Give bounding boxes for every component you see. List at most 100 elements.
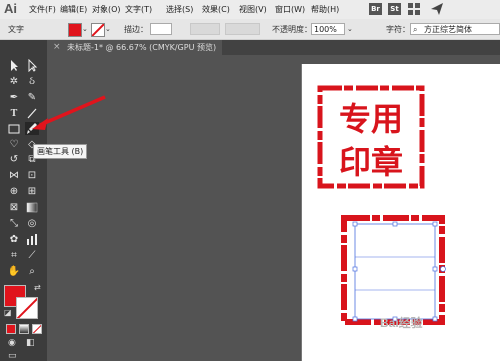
artboard-edge xyxy=(301,64,302,361)
stroke-dropdown-icon[interactable]: ⌄ xyxy=(105,23,113,35)
shape-builder-tool[interactable]: ⊕ xyxy=(7,185,21,198)
menu-window[interactable]: 窗口(W) xyxy=(275,4,305,15)
fill-dropdown-icon[interactable]: ⌄ xyxy=(82,23,90,35)
symbol-sprayer-icon: ✿ xyxy=(9,234,19,245)
character-label: 字符： xyxy=(386,25,410,34)
menu-help[interactable]: 帮助(H) xyxy=(311,4,339,15)
bridge-button[interactable]: Br xyxy=(369,3,382,15)
column-graph-tool[interactable] xyxy=(25,233,39,246)
zoom-icon: ⌕ xyxy=(29,266,35,277)
rotate-tool[interactable]: ↺ xyxy=(7,153,21,166)
eyedropper-tool[interactable]: ⤡ xyxy=(7,217,21,230)
menu-object[interactable]: 对象(O) xyxy=(92,4,121,15)
gradient-icon xyxy=(26,202,38,213)
menu-type[interactable]: 文字(T) xyxy=(125,4,152,15)
stroke-box[interactable] xyxy=(16,297,38,319)
slice-tool[interactable]: ⟋ xyxy=(25,249,39,262)
send-arrow-icon[interactable] xyxy=(430,2,444,16)
brush-definition[interactable] xyxy=(225,23,260,35)
type-t-icon: T xyxy=(10,108,18,119)
stamp-text-line2: 印章 xyxy=(339,143,403,181)
artboard-icon: ⌗ xyxy=(11,250,17,261)
selection-arrow-icon xyxy=(11,60,18,71)
pen-tool[interactable]: ✒ xyxy=(7,91,21,104)
mesh-icon: ⊠ xyxy=(9,202,19,213)
opacity-dropdown-icon[interactable]: ⌄ xyxy=(347,23,355,35)
control-bar: 文字 ⌄ ⌄ 描边： 不透明度： 100% ⌄ 字符： 方正综艺简体 ⌕ xyxy=(0,19,500,40)
magic-wand-tool[interactable]: ✲ xyxy=(7,75,21,88)
document-tab[interactable]: × 未标题-1* @ 66.67% (CMYK/GPU 预览) xyxy=(47,40,223,55)
zoom-tool[interactable]: ⌕ xyxy=(25,265,39,278)
document-tab-bar: × 未标题-1* @ 66.67% (CMYK/GPU 预览) xyxy=(47,40,500,55)
free-transform-tool[interactable]: ⊡ xyxy=(25,169,39,182)
shaper-icon: ♡ xyxy=(9,139,19,150)
menu-select[interactable]: 选择(S) xyxy=(166,4,193,15)
menu-view[interactable]: 视图(V) xyxy=(239,4,267,15)
opacity-field[interactable]: 100% xyxy=(311,23,345,35)
fill-color-swatch[interactable] xyxy=(68,23,82,37)
stock-button[interactable]: St xyxy=(388,3,401,15)
rectangle-tool[interactable] xyxy=(7,122,21,135)
hand-icon: ✋ xyxy=(7,266,21,277)
symbol-sprayer-tool[interactable]: ✿ xyxy=(7,233,21,246)
workspace-grid-icon[interactable] xyxy=(408,3,421,15)
blend-tool[interactable]: ◎ xyxy=(25,217,39,230)
font-value: 方正综艺简体 xyxy=(424,25,472,34)
gradient-tool[interactable] xyxy=(25,201,39,214)
direct-selection-tool[interactable] xyxy=(25,59,39,72)
menu-effect[interactable]: 效果(C) xyxy=(202,4,230,15)
draw-mode-icon[interactable]: ◉ xyxy=(8,338,16,348)
magic-wand-icon: ✲ xyxy=(9,76,19,87)
gradient-mode-button[interactable] xyxy=(19,324,29,334)
menu-bar: Ai 文件(F) 编辑(E) 对象(O) 文字(T) 选择(S) 效果(C) 视… xyxy=(0,0,500,19)
artboard-tool[interactable]: ⌗ xyxy=(7,249,21,262)
swap-fill-stroke-icon[interactable]: ⇄ xyxy=(34,283,41,292)
blend-icon: ◎ xyxy=(27,218,37,229)
annotation-arrow-icon xyxy=(32,95,106,130)
width-tool[interactable]: ⋈ xyxy=(7,169,21,182)
lasso-tool[interactable]: ઠ xyxy=(25,75,39,88)
tab-close-icon[interactable]: × xyxy=(53,40,61,55)
eyedropper-icon: ⤡ xyxy=(10,218,18,229)
menu-file[interactable]: 文件(F) xyxy=(29,4,56,15)
direct-selection-arrow-icon xyxy=(28,59,38,72)
rectangle-icon xyxy=(8,124,20,134)
tool-tooltip: 画笔工具 (B) xyxy=(33,144,88,159)
stamp-seal: 专用 印章 xyxy=(317,85,425,189)
stroke-color-swatch[interactable] xyxy=(91,23,105,37)
column-graph-icon xyxy=(27,234,37,245)
app-logo: Ai xyxy=(4,1,17,16)
width-icon: ⋈ xyxy=(9,170,19,181)
default-colors-icon[interactable]: ◪ xyxy=(4,308,12,317)
none-mode-button[interactable] xyxy=(32,324,42,334)
selection-tool[interactable] xyxy=(7,59,21,72)
screen-mode-icon[interactable]: ▭ xyxy=(8,351,17,361)
menu-edit[interactable]: 编辑(E) xyxy=(60,4,87,15)
tool-label: 文字 xyxy=(8,25,24,34)
pen-icon: ✒ xyxy=(9,92,19,103)
color-mode-button[interactable] xyxy=(6,324,16,334)
free-transform-icon: ⊡ xyxy=(27,170,37,181)
variable-width-profile[interactable] xyxy=(190,23,220,35)
tools-panel: ✲ ઠ ✒ ✎ T ♡ ◇ ↺ ⧉ ⋈ ⊡ ⊕ ⊞ ⊠ ⤡ ◎ ✿ ⌗ ⟋ ✋ … xyxy=(0,40,47,361)
rotate-icon: ↺ xyxy=(9,154,19,165)
font-family-field[interactable]: 方正综艺简体 xyxy=(410,23,500,35)
stroke-weight-field[interactable] xyxy=(150,23,172,35)
hand-tool[interactable]: ✋ xyxy=(7,265,21,278)
draw-mode-behind-icon[interactable]: ◧ xyxy=(26,338,35,348)
shape-builder-icon: ⊕ xyxy=(9,186,19,197)
stamp-frame-selected[interactable] xyxy=(335,212,450,326)
slice-icon: ⟋ xyxy=(28,250,36,261)
lasso-icon: ઠ xyxy=(29,76,35,87)
mesh-tool[interactable]: ⊠ xyxy=(7,201,21,214)
perspective-grid-tool[interactable]: ⊞ xyxy=(25,185,39,198)
document-tab-title: 未标题-1* @ 66.67% (CMYK/GPU 预览) xyxy=(67,43,217,52)
none-slash xyxy=(33,325,41,333)
type-tool[interactable]: T xyxy=(7,107,21,120)
font-search-icon: ⌕ xyxy=(413,25,418,34)
watermark: Bai经验 xyxy=(380,316,423,330)
perspective-grid-icon: ⊞ xyxy=(27,186,37,197)
stamp-text-line1: 专用 xyxy=(339,100,403,138)
opacity-label: 不透明度： xyxy=(272,25,312,34)
shaper-tool[interactable]: ♡ xyxy=(7,138,21,151)
